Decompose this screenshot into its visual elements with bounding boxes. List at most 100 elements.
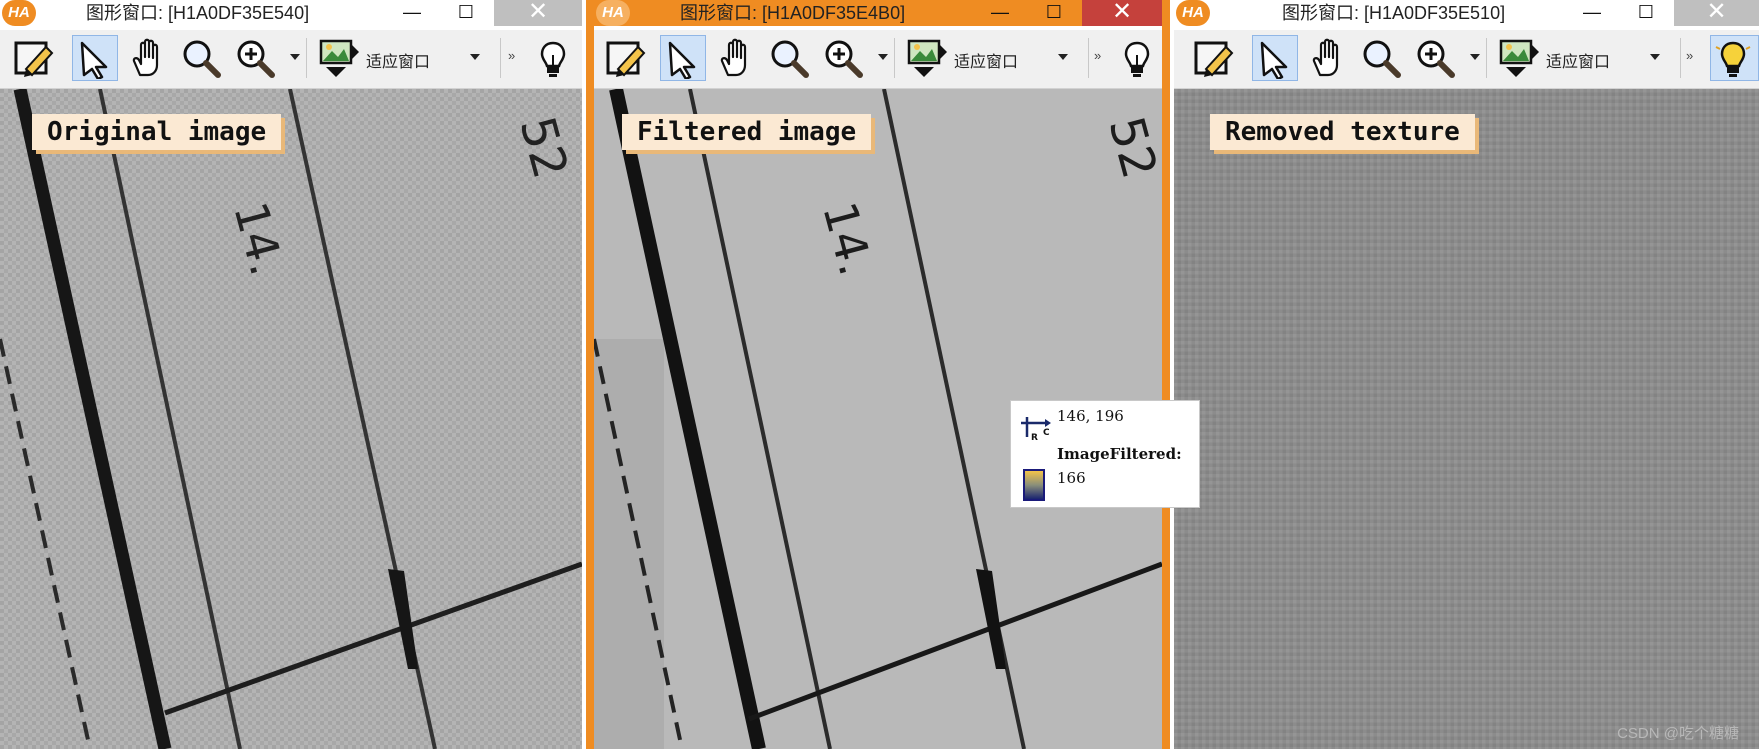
fit-dropdown-arrow[interactable]: [1058, 54, 1068, 60]
pointer-icon: [80, 41, 108, 81]
edit-icon: [1194, 41, 1234, 77]
toolbar-divider: [500, 38, 501, 78]
pointer-icon: [668, 41, 696, 81]
toolbar-divider: [306, 38, 307, 78]
pointer-tool-button[interactable]: [1252, 35, 1298, 81]
texture-image-canvas: [1174, 89, 1759, 749]
halcon-logo: HA: [2, 0, 36, 26]
image-toolbar: 适应窗口 »: [0, 30, 582, 89]
gray-value-icon: [1023, 469, 1045, 501]
zoom-in-tool-button[interactable]: [232, 35, 278, 81]
toolbar-divider: [1486, 38, 1487, 78]
lightbulb-icon: [1715, 41, 1751, 77]
fit-window-button[interactable]: [316, 35, 362, 81]
window-title-bar[interactable]: HA 图形窗口: [H1A0DF35E510] — ☐ ✕: [1174, 0, 1759, 26]
pointer-tool-button[interactable]: [660, 35, 706, 81]
image-window-filtered[interactable]: HA 图形窗口: [H1A0DF35E4B0] — ☐ ✕ 适应窗口 » 52 …: [586, 0, 1170, 749]
maximize-button[interactable]: ☐: [1620, 0, 1672, 26]
info-tool-button[interactable]: [1114, 35, 1160, 81]
image-name: ImageFiltered:: [1057, 445, 1182, 463]
zoom-in-icon: [825, 40, 863, 78]
close-button[interactable]: ✕: [1674, 0, 1759, 26]
minimize-button[interactable]: —: [974, 0, 1026, 26]
fit-window-icon: [319, 39, 359, 77]
watermark: CSDN @吃个糖糖: [1617, 725, 1739, 742]
lightbulb-icon: [1124, 41, 1150, 77]
fit-window-icon: [1499, 39, 1539, 77]
more-icon[interactable]: »: [1686, 48, 1693, 63]
fit-window-label[interactable]: 适应窗口: [366, 48, 430, 72]
fit-dropdown-arrow[interactable]: [1650, 54, 1660, 60]
zoom-dropdown-arrow[interactable]: [878, 54, 888, 60]
fit-dropdown-arrow[interactable]: [470, 54, 480, 60]
svg-text:C: C: [1043, 428, 1050, 438]
maximize-button[interactable]: ☐: [1028, 0, 1080, 26]
edit-tool-button[interactable]: [1190, 35, 1236, 81]
minimize-button[interactable]: —: [1566, 0, 1618, 26]
fit-window-label[interactable]: 适应窗口: [954, 48, 1018, 72]
close-button[interactable]: ✕: [1082, 0, 1162, 26]
toolbar-divider: [1680, 38, 1681, 78]
more-icon[interactable]: »: [508, 48, 515, 63]
magnifier-icon: [1363, 40, 1401, 78]
zoom-in-icon: [1417, 40, 1455, 78]
info-tool-button[interactable]: [530, 35, 576, 81]
zoom-dropdown-arrow[interactable]: [1470, 54, 1480, 60]
gray-value: 166: [1057, 469, 1086, 487]
info-tool-button[interactable]: [1710, 35, 1759, 81]
close-button[interactable]: ✕: [494, 0, 582, 26]
edit-tool-button[interactable]: [10, 35, 56, 81]
halcon-logo: HA: [1176, 0, 1210, 26]
zoom-in-tool-button[interactable]: [820, 35, 866, 81]
window-title: 图形窗口: [H1A0DF35E510]: [1282, 3, 1506, 23]
pan-hand-icon: [1312, 38, 1339, 77]
window-title: 图形窗口: [H1A0DF35E540]: [86, 3, 310, 23]
toolbar-divider: [1088, 38, 1089, 78]
pan-hand-icon: [132, 38, 159, 77]
maximize-button[interactable]: ☐: [440, 0, 492, 26]
magnifier-tool-button[interactable]: [178, 35, 224, 81]
zoom-dropdown-arrow[interactable]: [290, 54, 300, 60]
magnifier-tool-button[interactable]: [766, 35, 812, 81]
svg-text:R: R: [1031, 433, 1038, 441]
window-title: 图形窗口: [H1A0DF35E4B0]: [680, 3, 906, 23]
fit-window-icon: [907, 39, 947, 77]
more-icon[interactable]: »: [1094, 48, 1101, 63]
overlay-label: Original image: [32, 114, 282, 150]
pointer-tool-button[interactable]: [72, 35, 118, 81]
image-window-original[interactable]: HA 图形窗口: [H1A0DF35E540] — ☐ ✕ 适应窗口 » 52 …: [0, 0, 582, 749]
edit-icon: [606, 41, 646, 77]
pixel-info-tooltip: R C 146, 196 ImageFiltered: 166: [1010, 400, 1200, 508]
halcon-logo: HA: [596, 0, 630, 26]
original-image-canvas: 52 14.: [0, 89, 582, 749]
fit-window-button[interactable]: [1496, 35, 1542, 81]
image-viewport[interactable]: 52 14. Original image: [0, 89, 582, 749]
zoom-in-icon: [237, 40, 275, 78]
coordinate-icon: R C: [1021, 417, 1051, 441]
overlay-label: Filtered image: [622, 114, 872, 150]
pan-tool-button[interactable]: [714, 35, 760, 81]
pixel-coordinates: 146, 196: [1057, 407, 1124, 425]
zoom-in-tool-button[interactable]: [1412, 35, 1458, 81]
pan-hand-icon: [720, 38, 747, 77]
magnifier-icon: [183, 40, 221, 78]
minimize-button[interactable]: —: [386, 0, 438, 26]
window-title-bar[interactable]: HA 图形窗口: [H1A0DF35E540] — ☐ ✕: [0, 0, 582, 26]
window-title-bar[interactable]: HA 图形窗口: [H1A0DF35E4B0] — ☐ ✕: [594, 0, 1162, 26]
magnifier-icon: [771, 40, 809, 78]
image-viewport[interactable]: Removed texture: [1174, 89, 1759, 749]
fit-window-button[interactable]: [904, 35, 950, 81]
fit-window-label[interactable]: 适应窗口: [1546, 48, 1610, 72]
pan-tool-button[interactable]: [126, 35, 172, 81]
magnifier-tool-button[interactable]: [1358, 35, 1404, 81]
lightbulb-icon: [540, 41, 566, 77]
pointer-icon: [1260, 41, 1288, 81]
image-toolbar: 适应窗口 »: [594, 30, 1162, 89]
image-window-texture[interactable]: HA 图形窗口: [H1A0DF35E510] — ☐ ✕ 适应窗口 » Rem…: [1174, 0, 1759, 749]
image-toolbar: 适应窗口 »: [1174, 30, 1759, 89]
toolbar-divider: [894, 38, 895, 78]
edit-icon: [14, 41, 54, 77]
edit-tool-button[interactable]: [602, 35, 648, 81]
overlay-label: Removed texture: [1210, 114, 1475, 150]
pan-tool-button[interactable]: [1306, 35, 1352, 81]
